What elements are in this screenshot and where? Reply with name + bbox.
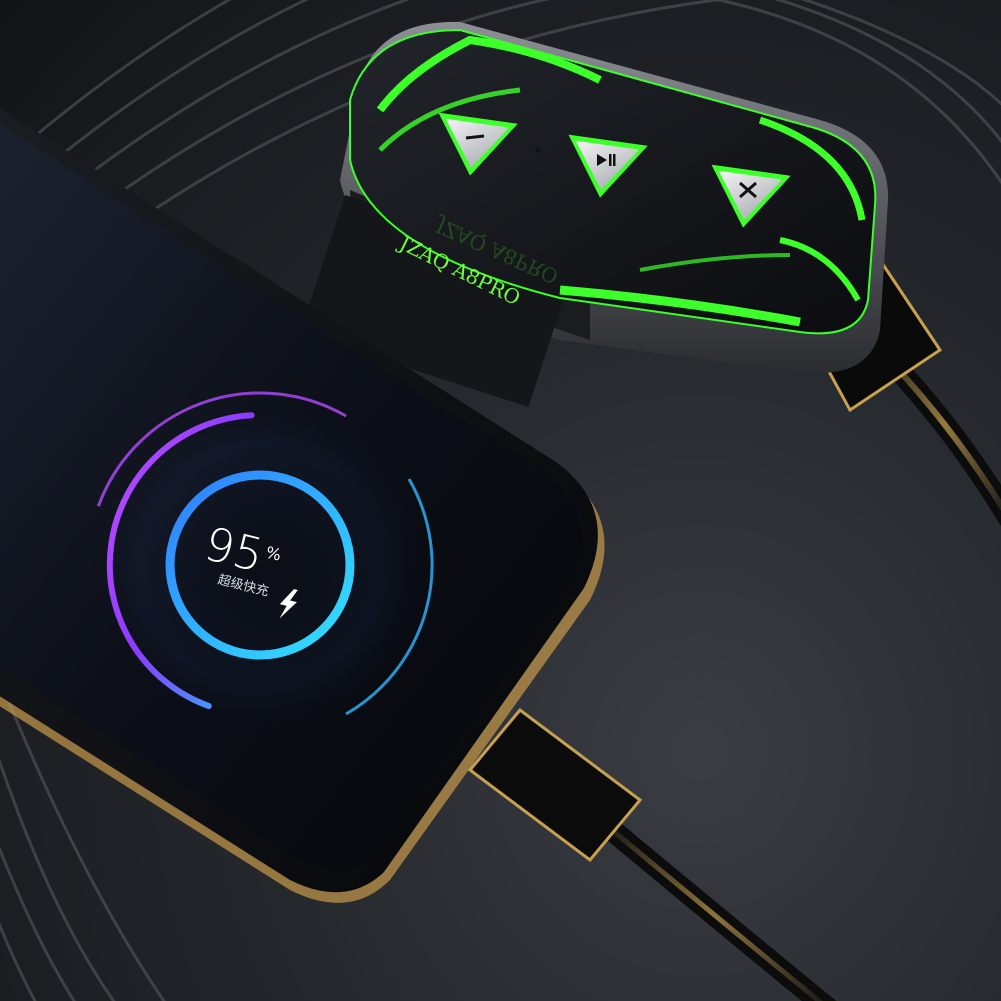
charging-indicator: 95 % 超级快充 bbox=[85, 390, 435, 740]
scene: JZAQ A8PRO JZAQ A8PRO 95 % 超级快充 bbox=[0, 0, 1001, 1001]
product-photo: JZAQ A8PRO JZAQ A8PRO 95 % 超级快充 bbox=[0, 0, 1001, 1001]
lower-cable bbox=[467, 707, 837, 1001]
controller-device: JZAQ A8PRO JZAQ A8PRO bbox=[300, 21, 889, 408]
minus-icon bbox=[465, 134, 485, 140]
indicator-dot bbox=[535, 147, 541, 153]
